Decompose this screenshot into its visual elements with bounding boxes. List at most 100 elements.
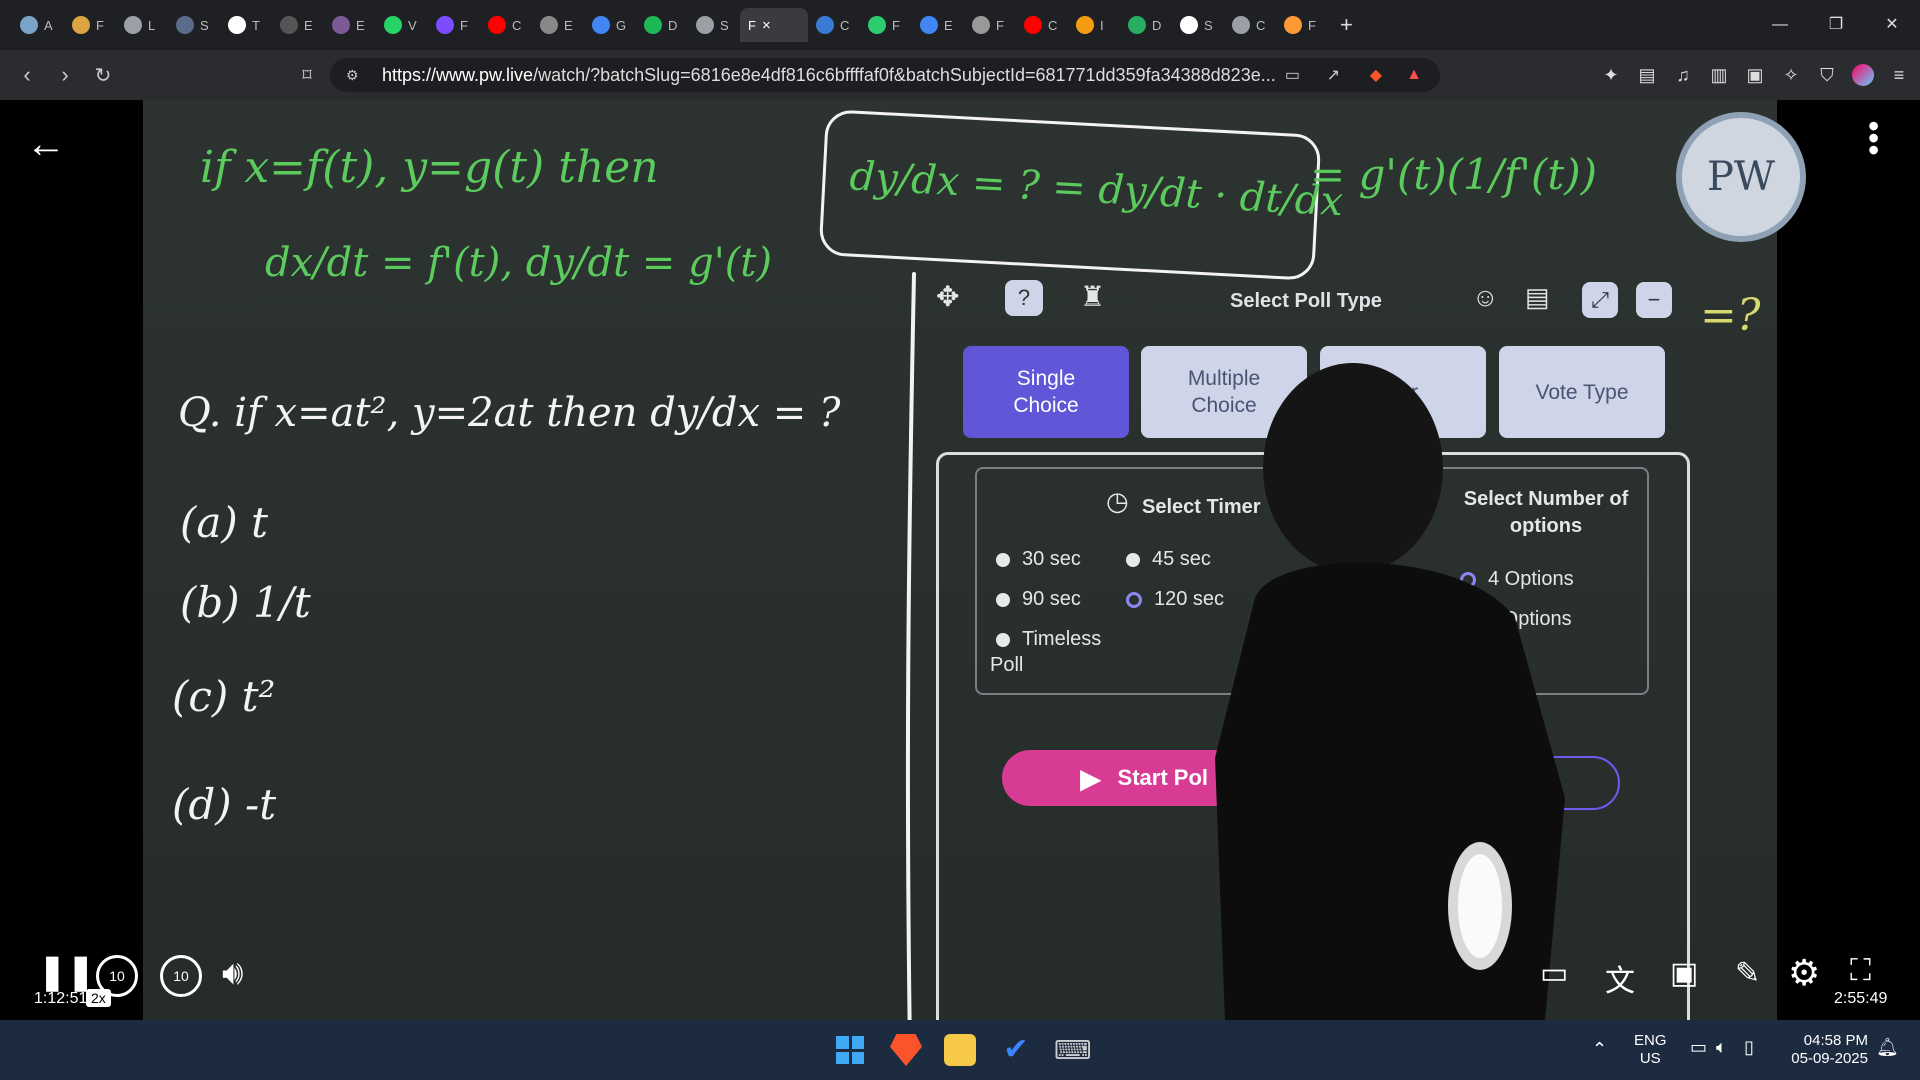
- back-arrow-icon[interactable]: ←: [26, 122, 66, 167]
- timer-timeless[interactable]: Timeless Poll: [990, 626, 1120, 678]
- tab-favicon-icon: [124, 16, 142, 34]
- todo-icon[interactable]: ✔: [1000, 1034, 1032, 1066]
- tab-after-0[interactable]: C: [808, 8, 860, 42]
- emoji-icon[interactable]: ☺: [1472, 282, 1499, 313]
- wallet-icon[interactable]: ▣: [1744, 64, 1766, 86]
- speaker-icon[interactable]: 🔈︎: [1716, 1038, 1727, 1056]
- tab-5[interactable]: E: [272, 8, 324, 42]
- tab-13[interactable]: S: [688, 8, 740, 42]
- tab-after-9[interactable]: F: [1276, 8, 1328, 42]
- tab-after-4[interactable]: C: [1016, 8, 1068, 42]
- tab-6[interactable]: E: [324, 8, 376, 42]
- tab-after-2[interactable]: E: [912, 8, 964, 42]
- tab-after-5[interactable]: I: [1068, 8, 1120, 42]
- tab-7[interactable]: V: [376, 8, 428, 42]
- more-options-icon[interactable]: • • •: [1868, 110, 1879, 166]
- expand-icon[interactable]: ⤢: [1582, 282, 1618, 318]
- reader-icon[interactable]: ▤: [1636, 64, 1658, 86]
- tab-after-1[interactable]: F: [860, 8, 912, 42]
- notes-icon[interactable]: ✎: [1735, 956, 1760, 991]
- tab-active[interactable]: F ×: [740, 8, 808, 42]
- comment-icon[interactable]: ▭: [1540, 956, 1568, 991]
- tab-after-8[interactable]: C: [1224, 8, 1276, 42]
- poll-type-0[interactable]: Single Choice: [963, 346, 1129, 438]
- address-bar[interactable]: ⚙ https://www.pw.live/watch/?batchSlug=6…: [330, 58, 1440, 92]
- tab-after-3[interactable]: F: [964, 8, 1016, 42]
- rewards-icon[interactable]: ▲: [1406, 66, 1422, 84]
- forward-icon[interactable]: ›: [46, 62, 84, 88]
- tab-0[interactable]: A: [12, 8, 64, 42]
- timer-30[interactable]: 30 sec: [996, 548, 1081, 571]
- pause-icon[interactable]: ❚❚: [38, 952, 95, 992]
- timer-45[interactable]: 45 sec: [1126, 548, 1211, 571]
- share-icon[interactable]: ↗: [1327, 65, 1340, 85]
- sidebar-icon[interactable]: ▥: [1708, 64, 1730, 86]
- cast-icon[interactable]: ▭: [1285, 65, 1300, 85]
- tab-label: F: [96, 17, 104, 33]
- site-settings-icon[interactable]: ⚙: [346, 67, 359, 84]
- clock[interactable]: 04:58 PM 05-09-2025: [1778, 1032, 1868, 1068]
- settings-icon[interactable]: ⚙: [1788, 952, 1820, 994]
- battery-icon[interactable]: ▯: [1744, 1038, 1754, 1056]
- board-question: Q. if x=at², y=2at then dy/dx = ?: [178, 390, 841, 436]
- board-divider-line: [905, 272, 916, 1052]
- restore-icon[interactable]: ❐: [1808, 0, 1864, 50]
- playlist-icon[interactable]: ▣: [1670, 956, 1698, 991]
- profile-icon[interactable]: [1852, 64, 1874, 86]
- translate-icon[interactable]: 文: [1605, 956, 1635, 1000]
- tab-9[interactable]: C: [480, 8, 532, 42]
- start-icon[interactable]: [834, 1034, 866, 1066]
- move-icon[interactable]: ✥: [936, 280, 959, 313]
- minimize-panel-icon[interactable]: −: [1636, 282, 1672, 318]
- tab-after-6[interactable]: D: [1120, 8, 1172, 42]
- tab-label: I: [1100, 17, 1104, 33]
- fullscreen-icon[interactable]: ⛶: [1850, 954, 1871, 988]
- tab-2[interactable]: L: [116, 8, 168, 42]
- file-explorer-icon[interactable]: [944, 1034, 976, 1066]
- tab-favicon-icon: [1232, 16, 1250, 34]
- toolbar-icons: ✦ ▤ ♫ ▥ ▣ ✧ ⛉ ≡: [1600, 50, 1910, 100]
- tab-favicon-icon: [868, 16, 886, 34]
- video-player[interactable]: ← • • • if x=f(t), y=g(t) then dy/dx = ? =…: [0, 100, 1920, 1058]
- seek-back-icon[interactable]: 10: [96, 955, 138, 997]
- back-icon[interactable]: ‹: [8, 62, 46, 88]
- tab-1[interactable]: F: [64, 8, 116, 42]
- new-tab-button[interactable]: +: [1340, 12, 1353, 38]
- tab-close-icon[interactable]: ×: [762, 17, 771, 34]
- timer-90[interactable]: 90 sec: [996, 588, 1081, 611]
- tray-chevron-icon[interactable]: ⌃: [1592, 1040, 1607, 1058]
- network-icon[interactable]: ▭: [1690, 1038, 1707, 1056]
- brave-taskbar-icon[interactable]: [890, 1034, 922, 1066]
- tab-after-7[interactable]: S: [1172, 8, 1224, 42]
- timer-120[interactable]: 120 sec: [1126, 588, 1224, 611]
- reload-icon[interactable]: ↻: [84, 63, 122, 88]
- tab-12[interactable]: D: [636, 8, 688, 42]
- leo-icon[interactable]: ✧: [1780, 64, 1802, 86]
- bookmark-icon[interactable]: ⌑: [288, 65, 326, 86]
- tab-8[interactable]: F: [428, 8, 480, 42]
- leaderboard-icon[interactable]: ♜: [1080, 280, 1105, 313]
- extensions-icon[interactable]: ✦: [1600, 64, 1622, 86]
- keyboard-icon[interactable]: ⌨: [1054, 1034, 1092, 1066]
- vpn-icon[interactable]: ⛉: [1816, 64, 1838, 86]
- tab-10[interactable]: E: [532, 8, 584, 42]
- language-indicator[interactable]: ENG US: [1634, 1032, 1667, 1068]
- brave-shield-icon[interactable]: ◆: [1370, 65, 1382, 85]
- tab-favicon-icon: [488, 16, 506, 34]
- tab-3[interactable]: S: [168, 8, 220, 42]
- close-window-icon[interactable]: ✕: [1864, 0, 1920, 50]
- media-icon[interactable]: ♫: [1672, 64, 1694, 86]
- minimize-icon[interactable]: —: [1752, 0, 1808, 50]
- menu-icon[interactable]: ≡: [1888, 64, 1910, 86]
- tab-4[interactable]: T: [220, 8, 272, 42]
- tab-11[interactable]: G: [584, 8, 636, 42]
- pw-logo: PW: [1676, 112, 1806, 242]
- tab-label: V: [408, 17, 417, 33]
- volume-icon[interactable]: 🔊︎: [222, 954, 243, 993]
- tab-label: F: [1308, 17, 1316, 33]
- tab-favicon-icon: [1284, 16, 1302, 34]
- notifications-icon[interactable]: 🔔︎: [1876, 1038, 1899, 1056]
- help-icon[interactable]: ?: [1005, 280, 1043, 316]
- seek-forward-icon[interactable]: 10: [160, 955, 202, 997]
- chat-icon[interactable]: ▤: [1525, 282, 1550, 313]
